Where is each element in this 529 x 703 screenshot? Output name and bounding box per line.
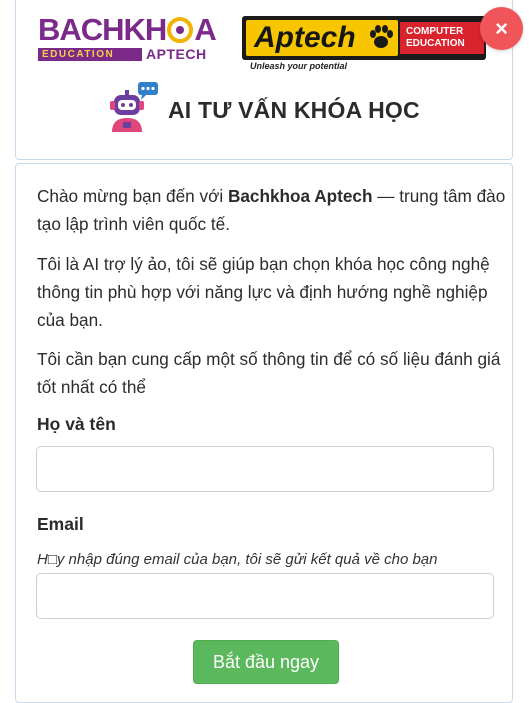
email-hint: H□y nhập đúng email của bạn, tôi sẽ gửi … bbox=[37, 551, 438, 568]
bachkhoa-wordmark: BACHKH bbox=[38, 12, 167, 47]
assistant-intro-paragraph: Tôi là AI trợ lý ảo, tôi sẽ giúp bạn chọ… bbox=[37, 254, 490, 330]
info-request-paragraph: Tôi cần bạn cung cấp một số thông tin để… bbox=[37, 349, 501, 397]
bachkhoa-education-text: EDUCATION bbox=[38, 48, 142, 61]
start-button[interactable]: Bắt đầu ngay bbox=[193, 640, 339, 684]
name-input[interactable] bbox=[36, 446, 494, 492]
aptech-logo: Aptech COMPUTER EDUCATION Unleash your p… bbox=[242, 16, 486, 72]
header-card: BACHKH A EDUCATION APTECH Aptech COMPUTER… bbox=[15, 0, 513, 160]
brand-name: Bachkhoa Aptech bbox=[227, 186, 373, 206]
aptech-computer-education: COMPUTER EDUCATION bbox=[400, 22, 484, 54]
robot-assistant-icon bbox=[110, 82, 158, 132]
close-button[interactable]: × bbox=[480, 7, 523, 50]
bachkhoa-logo: BACHKH A EDUCATION APTECH bbox=[38, 14, 230, 62]
bachkhoa-o-mark-icon bbox=[167, 17, 194, 43]
bachkhoa-aptech-text: APTECH bbox=[146, 46, 207, 62]
name-label: Họ và tên bbox=[37, 414, 116, 434]
bachkhoa-wordmark-end: A bbox=[194, 12, 216, 47]
paw-icon bbox=[370, 25, 393, 48]
page-title: AI TƯ VẤN KHÓA HỌC bbox=[168, 97, 420, 123]
email-input[interactable] bbox=[36, 573, 494, 619]
welcome-paragraph: Chào mừng bạn đến với Bachkhoa Aptech — … bbox=[37, 186, 506, 234]
aptech-tagline: Unleash your potential bbox=[250, 61, 348, 71]
intro-form-card: Chào mừng bạn đến với Bachkhoa Aptech — … bbox=[15, 163, 513, 703]
email-label: Email bbox=[37, 514, 84, 534]
chat-widget: BACHKH A EDUCATION APTECH Aptech COMPUTER… bbox=[0, 0, 529, 703]
